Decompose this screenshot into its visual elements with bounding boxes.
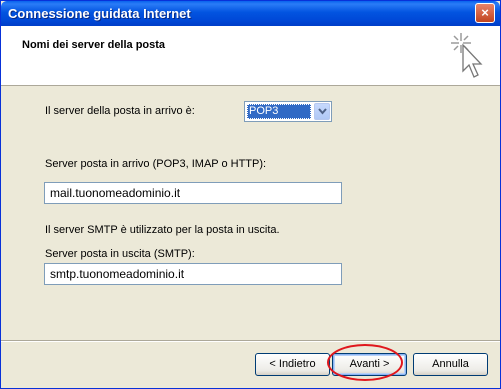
window-title: Connessione guidata Internet (8, 6, 191, 21)
next-button[interactable]: Avanti > (332, 353, 407, 376)
incoming-type-select[interactable]: POP3 (244, 101, 332, 122)
dropdown-button[interactable] (314, 103, 330, 120)
incoming-server-input[interactable]: mail.tuonomeadominio.it (44, 182, 342, 204)
wizard-header: Nomi dei server della posta (1, 26, 500, 86)
outgoing-server-input[interactable]: smtp.tuonomeadominio.it (44, 263, 342, 285)
footer-separator (1, 340, 500, 342)
wizard-window: Connessione guidata Internet × Nomi dei … (0, 0, 501, 389)
incoming-server-label: Server posta in arrivo (POP3, IMAP o HTT… (45, 158, 267, 170)
outgoing-server-label: Server posta in uscita (SMTP): (45, 248, 195, 260)
wizard-sparkle-cursor-icon (451, 33, 483, 78)
incoming-type-label: Il server della posta in arrivo è: (45, 105, 195, 117)
close-icon: × (481, 5, 489, 20)
page-title: Nomi dei server della posta (22, 39, 166, 51)
smtp-note: Il server SMTP è utilizzato per la posta… (45, 224, 280, 236)
cancel-button[interactable]: Annulla (413, 353, 488, 376)
incoming-type-value: POP3 (247, 104, 311, 119)
title-bar[interactable]: Connessione guidata Internet × (1, 1, 500, 26)
close-button[interactable]: × (475, 3, 495, 23)
chevron-down-icon (318, 108, 327, 115)
back-button[interactable]: < Indietro (255, 353, 330, 376)
